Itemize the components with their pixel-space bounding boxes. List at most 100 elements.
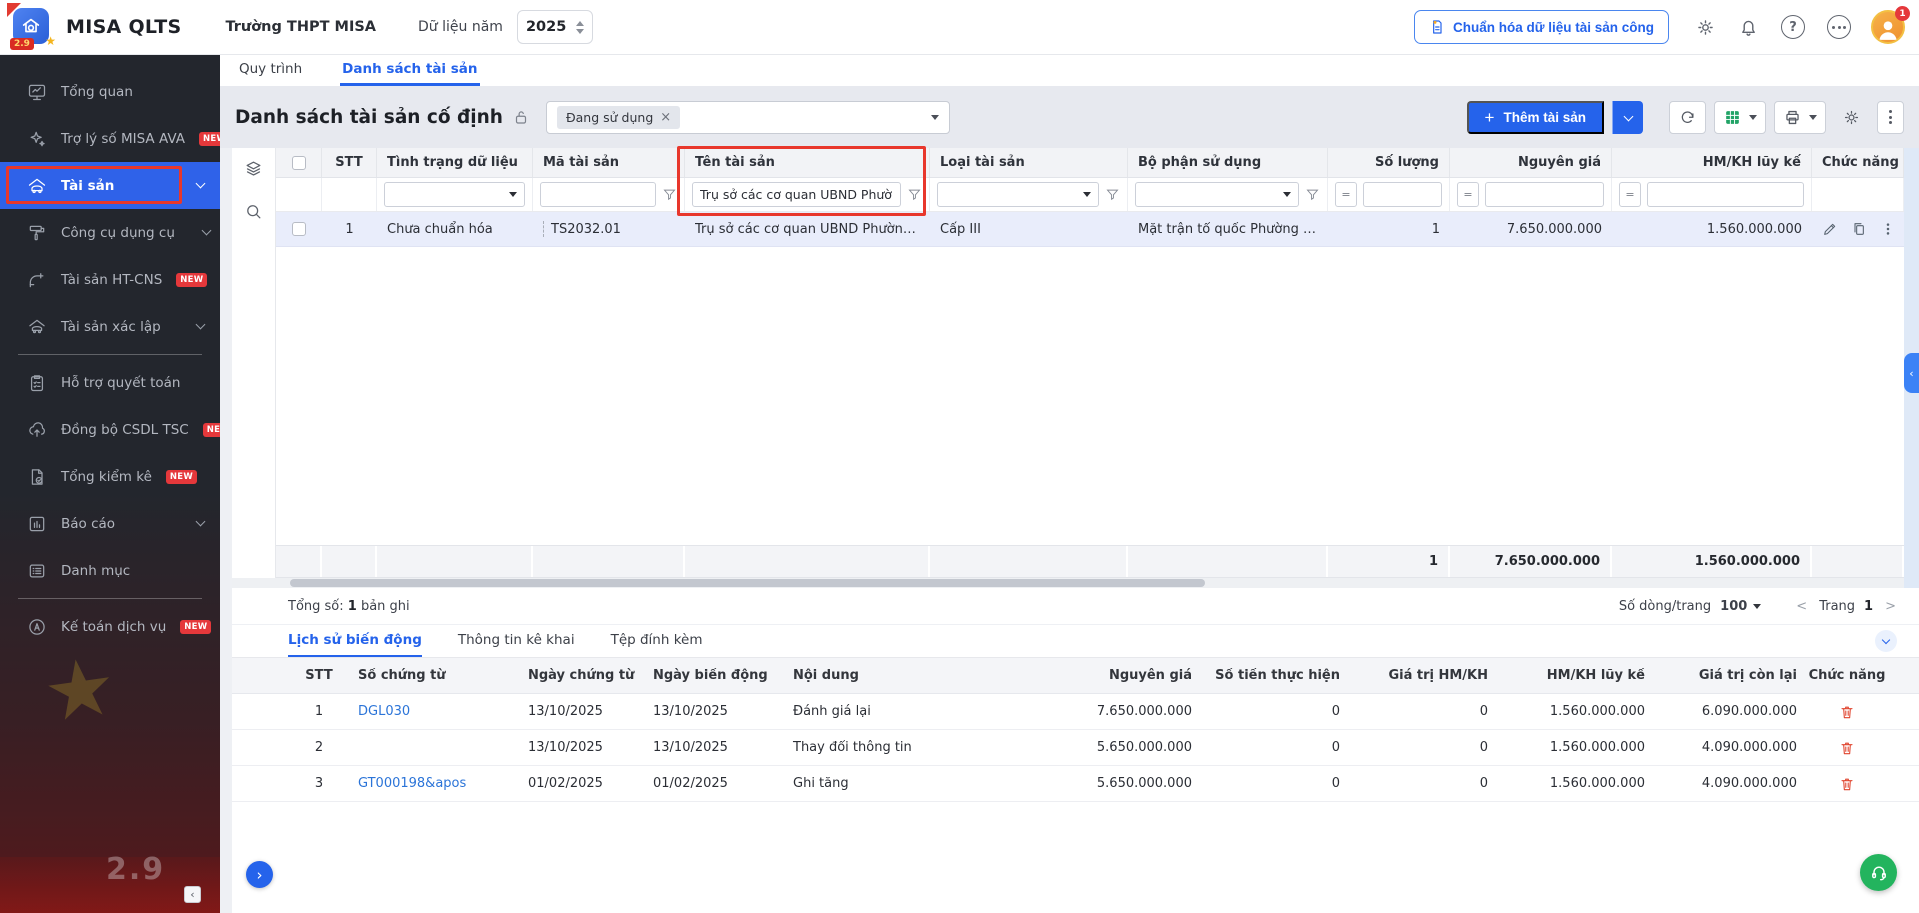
cost-filter-input[interactable] [1485,182,1604,207]
history-row[interactable]: 1 DGL030 13/10/2025 13/10/2025 Đánh giá … [232,694,1919,730]
year-down-icon[interactable] [576,29,584,34]
tab-danh-sach-tai-san[interactable]: Danh sách tài sản [340,55,479,86]
funnel-icon[interactable] [1305,187,1320,202]
table-settings-button[interactable] [1834,101,1869,134]
horizontal-scrollbar-thumb[interactable] [290,579,1205,587]
layers-icon[interactable] [244,159,263,178]
paint-roller-icon [27,223,47,243]
header-hm-kh-luy-ke[interactable]: HM/KH lũy kế [1612,148,1812,177]
next-page-button[interactable]: > [1882,599,1899,614]
row-checkbox[interactable] [292,222,306,236]
table-row[interactable]: 1 Chưa chuẩn hóa TS2032.01 Trụ sở các cơ… [276,212,1904,247]
export-excel-button[interactable] [1714,101,1766,134]
add-asset-dropdown-button[interactable] [1612,101,1643,134]
header-tinh-trang-du-lieu[interactable]: Tình trạng dữ liệu [377,148,533,177]
equals-operator[interactable]: = [1619,182,1641,207]
equals-operator[interactable]: = [1335,182,1357,207]
sidebar-item-tong-kiem-ke[interactable]: Tổng kiểm kê NEW [0,453,220,500]
bcell-doc-link[interactable]: DGL030 [350,704,520,719]
document-check-icon [27,467,47,487]
organization-name[interactable]: Trường THPT MISA [225,19,376,35]
user-avatar[interactable]: 1 [1871,10,1905,44]
bell-icon[interactable] [1738,17,1759,38]
add-asset-button[interactable]: + Thêm tài sản [1467,101,1604,134]
status-filter-dropdown[interactable]: Đang sử dụng × [546,101,950,134]
sidebar-collapse-button[interactable]: ‹ [184,886,201,903]
history-row[interactable]: 3 GT000198&apos 01/02/2025 01/02/2025 Gh… [232,766,1919,802]
collapse-panel-button[interactable] [1875,630,1897,652]
page-toolbar: Danh sách tài sản cố định Đang sử dụng ×… [220,86,1919,148]
print-button[interactable] [1774,101,1826,134]
sidebar-item-tong-quan[interactable]: Tổng quan [0,68,220,115]
row-kebab-menu-icon[interactable] [1880,221,1896,237]
tab-lich-su-bien-dong[interactable]: Lịch sử biến động [288,625,422,657]
sidebar-expand-fab[interactable]: › [246,861,273,888]
sidebar-item-tai-san-ht-cns[interactable]: Tài sản HT-CNS NEW [0,256,220,303]
gear-icon[interactable] [1695,17,1716,38]
more-actions-button[interactable] [1877,101,1904,134]
delete-trash-icon[interactable] [1839,740,1855,756]
header-bo-phan-su-dung[interactable]: Bộ phận sử dụng [1128,148,1328,177]
delete-trash-icon[interactable] [1839,776,1855,792]
funnel-icon[interactable] [662,187,677,202]
edit-pencil-icon[interactable] [1822,221,1838,237]
sidebar-item-ke-toan-dich-vu[interactable]: Kế toán dịch vụ NEW [0,603,220,650]
sidebar-item-cong-cu-dung-cu[interactable]: Công cụ dụng cụ [0,209,220,256]
header-loai-tai-san[interactable]: Loại tài sản [930,148,1128,177]
prev-page-button[interactable]: < [1793,599,1810,614]
support-chat-button[interactable] [1860,854,1897,891]
tab-tep-dinh-kem[interactable]: Tệp đính kèm [611,625,703,657]
dashboard-icon [27,82,47,102]
sidebar-item-tro-ly-so[interactable]: Trợ lý số MISA AVA NEW [0,115,220,162]
sidebar-item-danh-muc[interactable]: Danh mục [0,547,220,594]
status-filter-select[interactable] [384,182,525,207]
name-filter-input[interactable] [692,182,901,207]
dropdown-caret-icon[interactable] [931,115,939,120]
horizontal-scrollbar-track[interactable] [232,578,1904,588]
standardize-public-asset-data-button[interactable]: Chuẩn hóa dữ liệu tài sản công [1414,10,1669,44]
accum-filter-input[interactable] [1647,182,1804,207]
filter-chip-label: Đang sử dụng [566,110,653,125]
chip-remove-icon[interactable]: × [660,110,671,125]
copy-document-icon[interactable] [1851,221,1867,237]
tab-thong-tin-ke-khai[interactable]: Thông tin kê khai [458,625,575,657]
year-selector[interactable]: 2025 [517,10,593,44]
tab-label: Thông tin kê khai [458,632,575,648]
app-logo[interactable]: ★ 2.9 [8,4,54,50]
history-row[interactable]: 2 13/10/2025 13/10/2025 Thay đổi thông t… [232,730,1919,766]
header-nguyen-gia[interactable]: Nguyên giá [1450,148,1612,177]
header-stt[interactable]: STT [322,148,377,177]
more-options-icon[interactable] [1827,15,1851,39]
help-icon[interactable]: ? [1781,15,1805,39]
bcell-doc-link[interactable]: GT000198&apos [350,776,520,791]
sidebar-item-bao-cao[interactable]: Báo cáo [0,500,220,547]
dept-filter-select[interactable] [1135,182,1299,207]
select-all-checkbox[interactable] [292,156,306,170]
header-so-luong[interactable]: Số lượng [1328,148,1450,177]
equals-operator[interactable]: = [1457,182,1479,207]
code-filter-input[interactable] [540,182,656,207]
funnel-icon[interactable] [1105,187,1120,202]
logo-star-decoration: ★ [45,34,56,48]
year-up-icon[interactable] [576,21,584,26]
tab-quy-trinh[interactable]: Quy trình [237,55,304,86]
new-badge: NEW [166,470,197,484]
refresh-button[interactable] [1669,101,1706,134]
header-ten-tai-san[interactable]: Tên tài sản [685,148,930,177]
sidebar-item-dong-bo-csdl-tsc[interactable]: Đồng bộ CSDL TSC NEW [0,406,220,453]
type-filter-select[interactable] [937,182,1099,207]
funnel-icon[interactable] [907,187,922,202]
sidebar-item-ho-tro-quyet-toan[interactable]: Hỗ trợ quyết toán [0,359,220,406]
year-stepper[interactable] [576,21,584,34]
delete-trash-icon[interactable] [1839,704,1855,720]
side-panel-expand-handle[interactable]: ‹ [1904,353,1919,393]
unlock-icon[interactable] [512,108,530,126]
rows-per-page-select[interactable]: 100 [1720,599,1761,614]
qty-filter-input[interactable] [1363,182,1442,207]
filter-chip-dang-su-dung[interactable]: Đang sử dụng × [557,106,680,129]
header-ma-tai-san[interactable]: Mã tài sản [533,148,685,177]
sidebar-item-tai-san[interactable]: Tài sản [0,162,220,209]
sidebar-item-tai-san-xac-lap[interactable]: Tài sản xác lập [0,303,220,350]
search-icon[interactable] [244,202,263,221]
summary-empty [322,546,377,577]
